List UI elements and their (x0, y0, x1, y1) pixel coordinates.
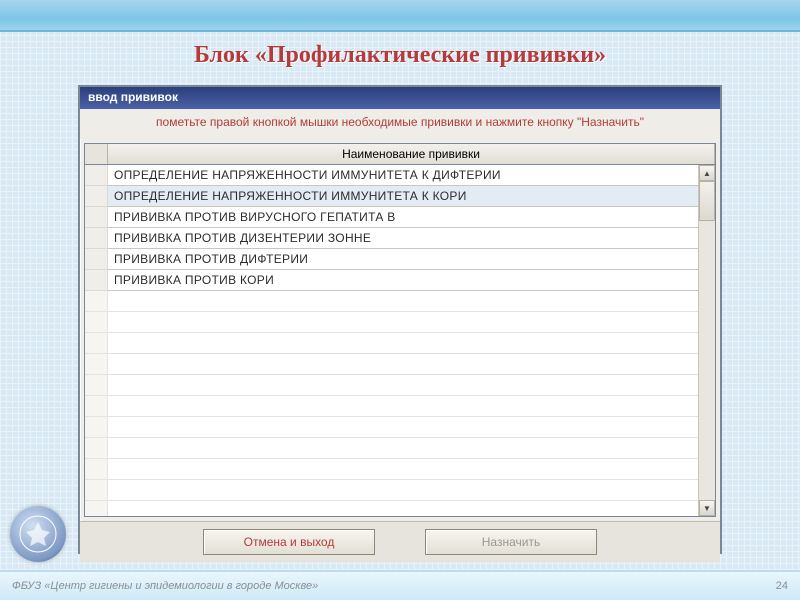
dialog-help-text: пометьте правой кнопкой мышки необходимы… (80, 109, 720, 139)
page-number: 24 (776, 580, 788, 592)
dialog-bottom-bar: Отмена и выход Назначить (80, 521, 720, 562)
row-selector[interactable] (85, 207, 108, 228)
column-name[interactable]: Наименование прививки (108, 144, 715, 164)
scrollbar-vertical[interactable]: ▲ ▼ (698, 165, 715, 516)
assign-button[interactable]: Назначить (425, 529, 597, 555)
table-row[interactable]: ОПРЕДЕЛЕНИЕ НАПРЯЖЕННОСТИ ИММУНИТЕТА К К… (85, 186, 715, 207)
cancel-button[interactable]: Отмена и выход (203, 529, 375, 555)
org-logo (10, 506, 66, 562)
dialog-titlebar[interactable]: ввод прививок (80, 87, 720, 109)
slide-container: Блок «Профилактические прививки» ввод пр… (0, 0, 800, 600)
row-label: ОПРЕДЕЛЕНИЕ НАПРЯЖЕННОСТИ ИММУНИТЕТА К Д… (108, 165, 715, 186)
row-selector[interactable] (85, 249, 108, 270)
row-selector[interactable] (85, 270, 108, 291)
row-label: ПРИВИВКА ПРОТИВ ВИРУСНОГО ГЕПАТИТА В (108, 207, 715, 228)
slide-top-bar (0, 0, 800, 32)
empty-row (85, 417, 715, 438)
empty-row (85, 501, 715, 516)
empty-row (85, 396, 715, 417)
empty-row (85, 312, 715, 333)
column-selector[interactable] (85, 144, 108, 164)
vaccine-dialog: ввод прививок пометьте правой кнопкой мы… (78, 85, 722, 554)
table-row[interactable]: ПРИВИВКА ПРОТИВ ДИФТЕРИИ (85, 249, 715, 270)
scroll-thumb[interactable] (699, 181, 715, 221)
empty-row (85, 354, 715, 375)
empty-row (85, 438, 715, 459)
table-row[interactable]: ПРИВИВКА ПРОТИВ ВИРУСНОГО ГЕПАТИТА В (85, 207, 715, 228)
row-selector[interactable] (85, 165, 108, 186)
scroll-down-button[interactable]: ▼ (699, 500, 715, 516)
slide-title: Блок «Профилактические прививки» (0, 42, 800, 69)
row-label: ПРИВИВКА ПРОТИВ ДИФТЕРИИ (108, 249, 715, 270)
empty-row (85, 375, 715, 396)
empty-row (85, 459, 715, 480)
table-body: ОПРЕДЕЛЕНИЕ НАПРЯЖЕННОСТИ ИММУНИТЕТА К Д… (85, 165, 715, 516)
table-header: Наименование прививки (85, 144, 715, 165)
scroll-up-button[interactable]: ▲ (699, 165, 715, 181)
table-row[interactable]: ОПРЕДЕЛЕНИЕ НАПРЯЖЕННОСТИ ИММУНИТЕТА К Д… (85, 165, 715, 186)
empty-row (85, 333, 715, 354)
empty-row (85, 291, 715, 312)
slide-footer: ФБУЗ «Центр гигиены и эпидемиологии в го… (0, 570, 800, 600)
row-selector[interactable] (85, 186, 108, 207)
row-label: ОПРЕДЕЛЕНИЕ НАПРЯЖЕННОСТИ ИММУНИТЕТА К К… (108, 186, 715, 207)
empty-row (85, 480, 715, 501)
footer-text: ФБУЗ «Центр гигиены и эпидемиологии в го… (12, 580, 318, 592)
row-label: ПРИВИВКА ПРОТИВ ДИЗЕНТЕРИИ ЗОННЕ (108, 228, 715, 249)
row-selector[interactable] (85, 228, 108, 249)
table-row[interactable]: ПРИВИВКА ПРОТИВ ДИЗЕНТЕРИИ ЗОННЕ (85, 228, 715, 249)
table-row[interactable]: ПРИВИВКА ПРОТИВ КОРИ (85, 270, 715, 291)
vaccine-table: Наименование прививки ОПРЕДЕЛЕНИЕ НАПРЯЖ… (84, 143, 716, 517)
row-label: ПРИВИВКА ПРОТИВ КОРИ (108, 270, 715, 291)
